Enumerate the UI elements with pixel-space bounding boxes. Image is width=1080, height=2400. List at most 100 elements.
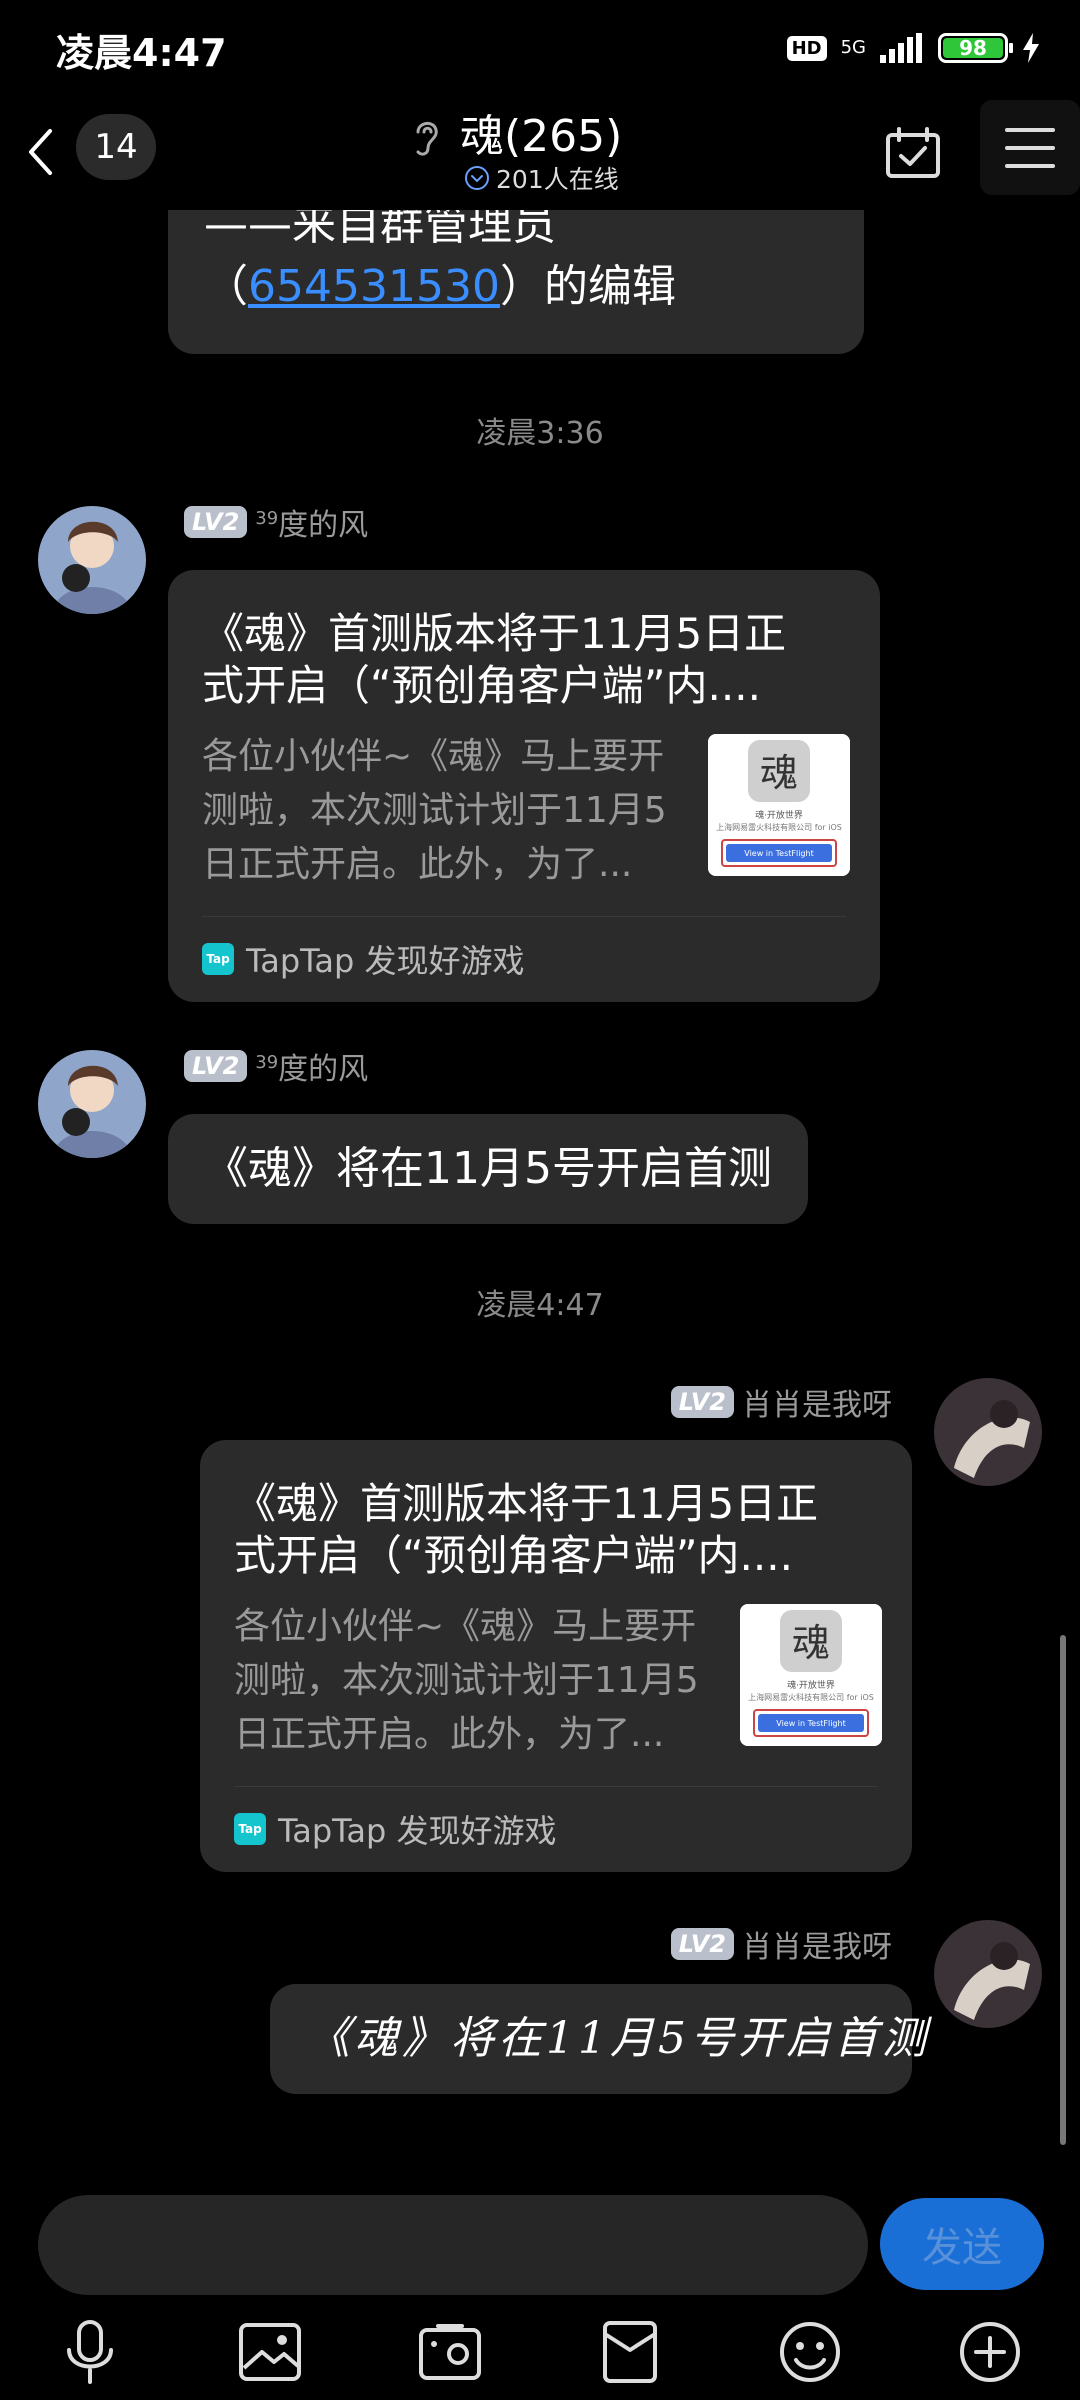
- thumb-caption-2: 上海网易雷火科技有限公司 for iOS: [716, 822, 842, 832]
- level-badge: LV2: [670, 1928, 734, 1960]
- emoji-button[interactable]: [770, 2312, 850, 2392]
- sender-name-text: 肖肖是我呀: [742, 1930, 892, 1965]
- svg-text:魂: 魂: [792, 1621, 830, 1665]
- thumb-button-text: View in TestFlight: [744, 849, 813, 858]
- earpiece-mode-icon: [416, 122, 438, 156]
- smiley-icon: [780, 2322, 840, 2382]
- online-count-text: 201人在线: [496, 165, 619, 194]
- taptap-logo-icon: Tap: [202, 943, 234, 975]
- battery-level: 98: [943, 38, 1003, 58]
- group-title: 魂(265): [460, 111, 623, 162]
- app-icon-thumbnail: 魂 魂·开放世界 上海网易雷火科技有限公司 for iOS View in Te…: [740, 1604, 882, 1746]
- send-button[interactable]: 发送: [880, 2198, 1044, 2290]
- card-thumbnail: 魂 魂·开放世界 上海网易雷火科技有限公司 for iOS View in Te…: [708, 734, 850, 876]
- status-icons: HD 5G 98: [786, 28, 1040, 68]
- svg-text:魂: 魂: [760, 751, 798, 795]
- camera-icon: [419, 2324, 481, 2380]
- back-button[interactable]: [10, 122, 70, 182]
- charging-icon: [1023, 33, 1039, 63]
- admin-note-line1: ——来自群管理员: [204, 210, 556, 250]
- online-count: 201人在线: [464, 160, 619, 196]
- sender-info: LV2 39度的风: [184, 500, 368, 544]
- card-thumbnail: 魂 魂·开放世界 上海网易雷火科技有限公司 for iOS View in Te…: [740, 1604, 882, 1746]
- input-toolbar: [0, 2300, 1080, 2400]
- image-icon: [239, 2323, 301, 2381]
- voice-button[interactable]: [50, 2312, 130, 2392]
- thumb-caption-1: 魂·开放世界: [755, 809, 803, 821]
- red-packet-icon: [603, 2321, 657, 2383]
- avatar[interactable]: [38, 506, 146, 614]
- sender-info: LV2 肖肖是我呀: [670, 1922, 892, 1966]
- menu-button[interactable]: [980, 100, 1080, 195]
- thumb-button-text: View in TestFlight: [776, 1719, 845, 1728]
- message-input[interactable]: [38, 2195, 868, 2295]
- status-time: 凌晨4:47: [56, 31, 227, 75]
- thumb-caption-2: 上海网易雷火科技有限公司 for iOS: [748, 1692, 874, 1702]
- status-bar: 凌晨4:47 HD 5G 98: [0, 0, 1080, 100]
- admin-note-suffix: ）的编辑: [499, 261, 676, 312]
- admin-note-line2: （654531530）的编辑: [204, 256, 828, 318]
- card-source: Tap TapTap 发现好游戏: [202, 936, 525, 982]
- level-badge: LV2: [184, 1050, 248, 1082]
- hd-icon: HD: [786, 35, 827, 61]
- level-badge: LV2: [670, 1386, 734, 1418]
- photo-button[interactable]: [230, 2312, 310, 2392]
- level-number: 39: [255, 508, 279, 529]
- avatar[interactable]: [38, 1050, 146, 1158]
- chevron-left-icon: [29, 129, 52, 175]
- scrollbar[interactable]: [1060, 1635, 1066, 2145]
- group-title-area[interactable]: 魂(265) 201人在线: [400, 100, 700, 210]
- red-packet-button[interactable]: [590, 2312, 670, 2392]
- message-bubble[interactable]: 《魂》将在11月5号开启首测: [168, 1114, 808, 1224]
- avatar-image: [38, 506, 146, 614]
- more-button[interactable]: [950, 2312, 1030, 2392]
- card-divider: [202, 916, 846, 917]
- link-card[interactable]: 《魂》首测版本将于11月5日正式开启（“预创角客户端”内.... 各位小伙伴~《…: [168, 570, 880, 1002]
- my-avatar[interactable]: [934, 1378, 1042, 1486]
- card-title: 《魂》首测版本将于11月5日正式开启（“预创角客户端”内....: [202, 609, 787, 710]
- card-divider: [234, 1786, 878, 1787]
- card-source-text: TapTap 发现好游戏: [278, 1812, 557, 1850]
- paren-open: （: [204, 261, 248, 312]
- message-bubble-admin-note[interactable]: ——来自群管理员 （654531530）的编辑: [168, 210, 864, 354]
- sender-name-text: 度的风: [278, 1052, 369, 1087]
- card-description: 各位小伙伴~《魂》马上要开测啦，本次测试计划于11月5日正式开启。此外，为了..…: [234, 1606, 699, 1755]
- battery-icon: 98: [938, 33, 1013, 63]
- app-icon-thumbnail: 魂 魂·开放世界 上海网易雷火科技有限公司 for iOS View in Te…: [708, 734, 850, 876]
- chevron-down-circle-icon: [465, 166, 489, 190]
- avatar-image: [934, 1920, 1042, 2028]
- my-avatar[interactable]: [934, 1920, 1042, 2028]
- sender-name-text: 肖肖是我呀: [742, 1388, 892, 1423]
- check-in-button[interactable]: [878, 118, 948, 188]
- microphone-icon: [67, 2320, 113, 2384]
- network-type: 5G: [840, 37, 866, 58]
- message-bubble[interactable]: 《魂》将在11月5号开启首测: [270, 1984, 926, 2094]
- level-number: 39: [255, 1052, 279, 1073]
- avatar-image: [38, 1050, 146, 1158]
- sender-name-text: 度的风: [278, 508, 369, 543]
- card-title: 《魂》首测版本将于11月5日正式开启（“预创角客户端”内....: [234, 1479, 819, 1580]
- sender-name: 39度的风: [255, 500, 368, 544]
- card-description: 各位小伙伴~《魂》马上要开测啦，本次测试计划于11月5日正式开启。此外，为了..…: [202, 736, 667, 885]
- unread-count-badge[interactable]: 14: [76, 114, 156, 180]
- thumb-caption-1: 魂·开放世界: [787, 1679, 835, 1691]
- chat-header: 14 魂(265) 201人在线: [0, 100, 1080, 210]
- sender-name: 39度的风: [255, 1044, 368, 1088]
- sender-info: LV2 肖肖是我呀: [670, 1380, 892, 1424]
- link-card[interactable]: 《魂》首测版本将于11月5日正式开启（“预创角客户端”内.... 各位小伙伴~《…: [200, 1440, 912, 1872]
- taptap-logo-icon: Tap: [234, 1813, 266, 1845]
- camera-button[interactable]: [410, 2312, 490, 2392]
- admin-id-link[interactable]: 654531530: [248, 261, 500, 312]
- message-list[interactable]: ——来自群管理员 （654531530）的编辑 凌晨3:36 LV2 39度的风 …: [0, 210, 1080, 2195]
- sender-info: LV2 39度的风: [184, 1044, 368, 1088]
- signal-icon: [880, 33, 922, 63]
- card-source-text: TapTap 发现好游戏: [246, 942, 525, 980]
- plus-circle-icon: [960, 2322, 1020, 2382]
- timestamp: 凌晨4:47: [476, 1288, 604, 1323]
- hamburger-menu-icon: [1005, 127, 1055, 168]
- level-badge: LV2: [184, 506, 248, 538]
- card-source: Tap TapTap 发现好游戏: [234, 1806, 557, 1852]
- avatar-image: [934, 1378, 1042, 1486]
- calendar-check-icon: [886, 127, 940, 178]
- timestamp: 凌晨3:36: [476, 416, 604, 451]
